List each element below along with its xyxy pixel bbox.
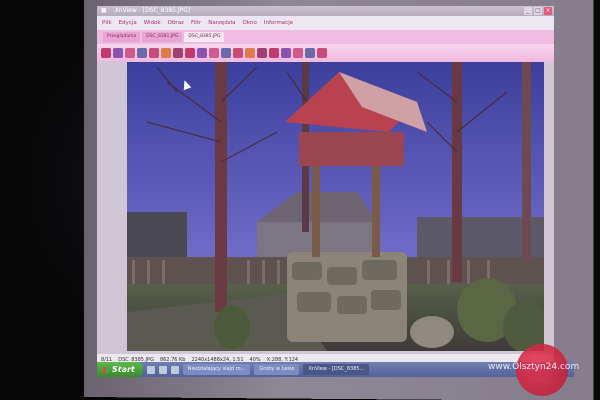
quicklaunch-browser-icon[interactable] [158, 365, 167, 374]
fullscreen-icon[interactable] [269, 48, 279, 58]
start-label: Start [112, 365, 135, 374]
tab-image-active[interactable]: DSC_8385.JPG [184, 32, 225, 42]
taskbar-button-slideshow[interactable]: Niedziałający slajd ro... [182, 364, 251, 375]
help-icon[interactable] [317, 48, 327, 58]
quicklaunch-media-icon[interactable] [170, 365, 179, 374]
menu-item-view[interactable]: Widok [144, 20, 161, 26]
copy-icon[interactable] [161, 48, 171, 58]
tab-image-1[interactable]: DSC_8381.JPG [142, 32, 183, 42]
menu-bar: Plik Edycja Widok Obraz Filtr Narzędzia … [97, 16, 554, 30]
print-icon[interactable] [149, 48, 159, 58]
xnview-icon: ■ [101, 7, 107, 14]
image-viewer[interactable] [127, 62, 544, 351]
taskbar-button-xnview[interactable]: XnView - [DSC_8385... [303, 364, 370, 375]
menu-item-window[interactable]: Okno [243, 20, 257, 26]
taskbar-button-folder[interactable]: Groby w Lesie [254, 364, 300, 375]
rotate-left-icon[interactable] [185, 48, 195, 58]
start-button[interactable]: Start [97, 362, 143, 377]
settings-icon[interactable] [305, 48, 315, 58]
save-icon[interactable] [137, 48, 147, 58]
window-title: XnView - [DSC_8385.JPG] [114, 7, 191, 14]
zoom-in-icon[interactable] [233, 48, 243, 58]
resize-icon[interactable] [221, 48, 231, 58]
crop-icon[interactable] [209, 48, 219, 58]
toolbar [97, 44, 554, 62]
menu-item-edit[interactable]: Edycja [119, 20, 137, 26]
open-icon[interactable] [125, 48, 135, 58]
paste-icon[interactable] [173, 48, 183, 58]
displayed-photo [127, 62, 544, 351]
slideshow-icon[interactable] [281, 48, 291, 58]
windows-logo-icon [103, 366, 109, 373]
menu-item-image[interactable]: Obraz [168, 20, 184, 26]
tab-browser[interactable]: Przeglądarka [103, 32, 141, 42]
fit-icon[interactable] [257, 48, 267, 58]
info-icon[interactable] [293, 48, 303, 58]
close-button[interactable]: × [544, 7, 552, 15]
zoom-out-icon[interactable] [245, 48, 255, 58]
menu-item-tools[interactable]: Narzędzia [208, 20, 235, 26]
tab-bar: Przeglądarka DSC_8381.JPG DSC_8385.JPG [97, 30, 554, 44]
menu-item-info[interactable]: Informacje [264, 20, 293, 26]
forward-icon[interactable] [113, 48, 123, 58]
watermark-text: www.Olsztyn24.com [488, 362, 580, 372]
menu-item-filter[interactable]: Filtr [191, 20, 201, 26]
xnview-window: ■ XnView - [DSC_8385.JPG] _ □ × Plik Edy… [97, 6, 554, 366]
rotate-right-icon[interactable] [197, 48, 207, 58]
maximize-button[interactable]: □ [534, 7, 542, 15]
title-bar[interactable]: ■ XnView - [DSC_8385.JPG] _ □ × [97, 6, 554, 16]
minimize-button[interactable]: _ [524, 7, 532, 15]
back-icon[interactable] [101, 48, 111, 58]
quicklaunch-desktop-icon[interactable] [146, 365, 155, 374]
menu-item-file[interactable]: Plik [102, 20, 112, 26]
